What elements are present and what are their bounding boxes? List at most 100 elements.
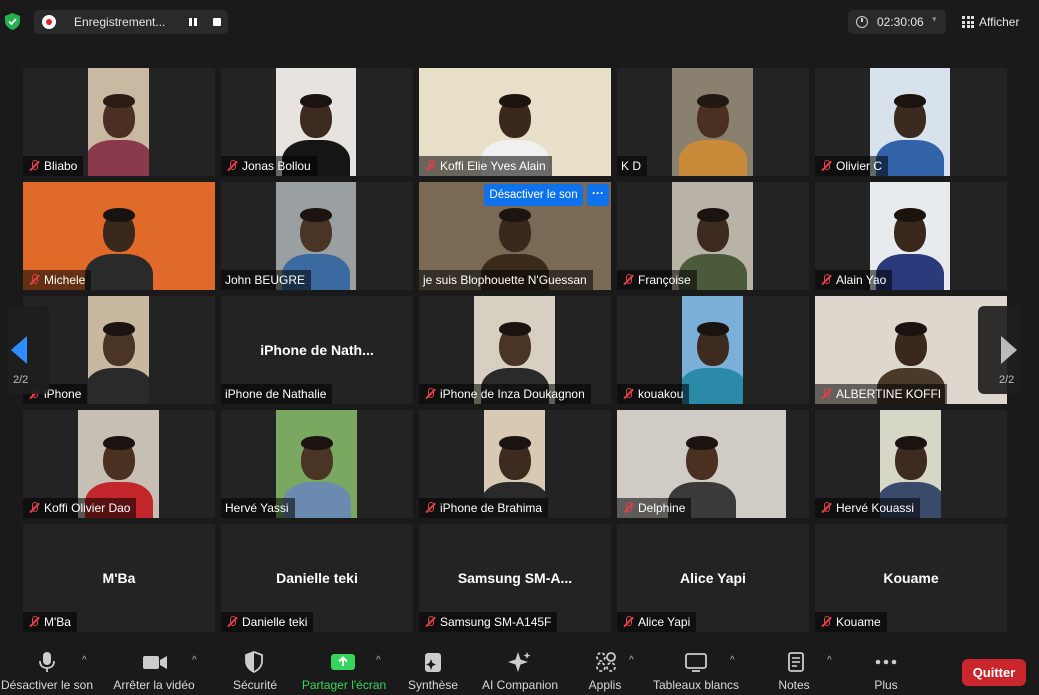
participant-name-tag: K D [617, 156, 648, 176]
participant-name: Danielle teki [242, 615, 308, 629]
participant-name: Alice Yapi [638, 615, 691, 629]
mute-label: Désactiver le son [0, 678, 94, 692]
participant-video [672, 68, 753, 176]
ai-companion-button[interactable]: AI Companion [474, 643, 566, 695]
participant-tile[interactable]: Hervé Yassi [221, 410, 413, 518]
stop-video-button[interactable]: ^ Arrêter la vidéo [105, 643, 210, 695]
participant-tile[interactable]: Hervé Kouassi [815, 410, 1007, 518]
stop-video-label: Arrêter la vidéo [113, 678, 195, 692]
participant-name-tag: Françoise [617, 270, 697, 290]
meeting-toolbar: ^ Désactiver le son ^ Arrêter la vidéo S… [0, 643, 1039, 695]
participant-tile[interactable]: M'Ba M'Ba [23, 524, 215, 632]
participant-tile[interactable]: iPhone de Inza Doukagnon [419, 296, 611, 404]
notes-icon [788, 652, 804, 672]
muted-microphone-icon [225, 615, 239, 629]
whiteboards-button[interactable]: ^ Tableaux blancs [650, 643, 750, 695]
participant-name-tag: Olivier C [815, 156, 889, 176]
participant-name-tag: kouakou [617, 384, 690, 404]
participant-name-tag: ALBERTINE KOFFI [815, 384, 948, 404]
whiteboards-label: Tableaux blancs [652, 678, 740, 692]
muted-microphone-icon [423, 615, 437, 629]
participant-name: Jonas Bollou [242, 159, 311, 173]
participant-tile[interactable]: iPhone de Brahima [419, 410, 611, 518]
participant-name: Alain Yao [836, 273, 887, 287]
participant-name-tag: Jonas Bollou [221, 156, 317, 176]
participant-tile[interactable]: Bliabo [23, 68, 215, 176]
participant-tile[interactable]: Olivier C [815, 68, 1007, 176]
leave-meeting-button[interactable]: Quitter [962, 659, 1026, 686]
muted-microphone-icon [819, 387, 833, 401]
participant-name: Françoise [638, 273, 691, 287]
mute-button[interactable]: ^ Désactiver le son [0, 643, 100, 695]
participant-name-tag: Danielle teki [221, 612, 314, 632]
participant-tile[interactable]: Kouame Kouame [815, 524, 1007, 632]
muted-microphone-icon [819, 501, 833, 515]
muted-microphone-icon [27, 501, 41, 515]
participant-name-tag: Alice Yapi [617, 612, 697, 632]
participant-tile[interactable]: Danielle teki Danielle teki [221, 524, 413, 632]
apps-button[interactable]: ^ Applis [580, 643, 642, 695]
participant-tile[interactable]: Samsung SM-A... Samsung SM-A145F [419, 524, 611, 632]
muted-microphone-icon [27, 159, 41, 173]
mute-options-caret[interactable]: ^ [82, 655, 87, 666]
summary-button[interactable]: Synthèse [402, 643, 464, 695]
security-button[interactable]: Sécurité [225, 643, 285, 695]
participant-name-tag: Koffi Olivier Dao [23, 498, 137, 518]
participant-name-tag: Bliabo [23, 156, 84, 176]
participant-display-name: Samsung SM-A... [457, 570, 573, 586]
muted-microphone-icon [225, 159, 239, 173]
participant-video [88, 68, 149, 176]
notes-button[interactable]: ^ Notes [770, 643, 840, 695]
unmute-request-button[interactable]: Désactiver le son [484, 184, 583, 206]
participant-name-tag: iPhone de Brahima [419, 498, 549, 518]
participant-name: Koffi Elie Yves Alain [440, 159, 546, 173]
participant-tile[interactable]: Alice Yapi Alice Yapi [617, 524, 809, 632]
participant-tile[interactable]: K D [617, 68, 809, 176]
video-options-caret[interactable]: ^ [192, 655, 197, 666]
participant-name-tag: Hervé Yassi [221, 498, 295, 518]
participant-name-tag: Delphine [617, 498, 692, 518]
share-options-caret[interactable]: ^ [376, 655, 381, 666]
participant-name-tag: Alain Yao [815, 270, 893, 290]
arrow-right-icon [1001, 336, 1017, 364]
share-screen-button[interactable]: ^ Partager l'écran [300, 643, 395, 695]
apps-options-caret[interactable]: ^ [629, 655, 634, 666]
previous-page-button[interactable]: 2/2 [7, 306, 49, 394]
muted-microphone-icon [819, 159, 833, 173]
participant-name-tag: Samsung SM-A145F [419, 612, 558, 632]
participant-name: ALBERTINE KOFFI [836, 387, 942, 401]
notes-options-caret[interactable]: ^ [827, 655, 832, 666]
participant-display-name: M'Ba [102, 570, 136, 586]
participant-display-name: iPhone de Nath... [260, 342, 374, 358]
muted-microphone-icon [621, 615, 635, 629]
participant-tile[interactable]: Françoise [617, 182, 809, 290]
participant-tile[interactable]: Delphine [617, 410, 809, 518]
participant-tile[interactable]: Alain Yao [815, 182, 1007, 290]
participant-tile[interactable]: iPhone [23, 296, 215, 404]
apps-icon [596, 652, 616, 672]
more-button[interactable]: Plus [860, 643, 912, 695]
next-page-button[interactable]: 2/2 [978, 306, 1020, 394]
more-label: Plus [874, 678, 898, 692]
whiteboards-options-caret[interactable]: ^ [730, 655, 735, 666]
participant-tile[interactable]: kouakou [617, 296, 809, 404]
microphone-icon [39, 652, 55, 672]
participant-display-name: Kouame [883, 570, 939, 586]
security-label: Sécurité [232, 678, 278, 692]
muted-microphone-icon [819, 615, 833, 629]
participant-tile[interactable]: iPhone de Nath... iPhone de Nathalie [221, 296, 413, 404]
participant-name: Samsung SM-A145F [440, 615, 552, 629]
muted-microphone-icon [423, 501, 437, 515]
participant-name: Koffi Olivier Dao [44, 501, 131, 515]
participant-tile[interactable]: Michele [23, 182, 215, 290]
participant-tile[interactable]: Koffi Elie Yves Alain [419, 68, 611, 176]
participant-video [88, 296, 149, 404]
participant-name-tag: iPhone de Inza Doukagnon [419, 384, 591, 404]
summary-document-icon [425, 653, 441, 672]
participant-tile[interactable]: Koffi Olivier Dao [23, 410, 215, 518]
participant-name-tag: M'Ba [23, 612, 77, 632]
participant-tile[interactable]: Jonas Bollou [221, 68, 413, 176]
tile-more-button[interactable]: ··· [587, 184, 609, 206]
participant-tile[interactable]: John BEUGRE [221, 182, 413, 290]
share-screen-label: Partager l'écran [301, 678, 387, 692]
